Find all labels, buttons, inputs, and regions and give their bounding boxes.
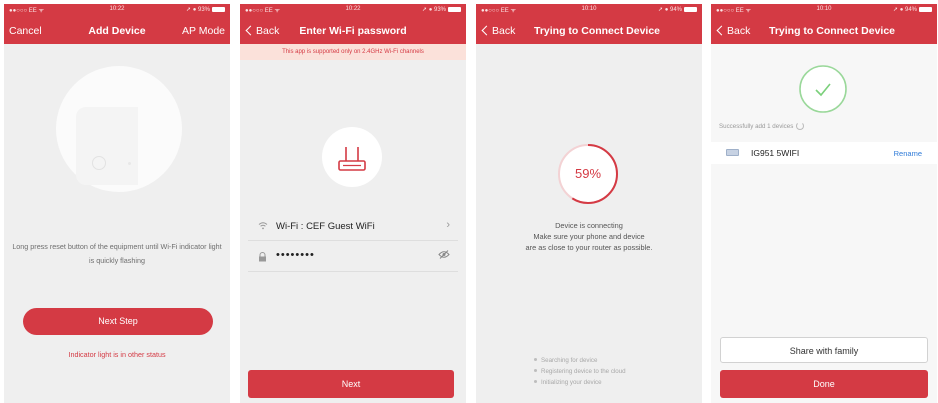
connecting-line-3: are as close to your router as possible. <box>525 243 653 252</box>
share-with-family-button[interactable]: Share with family <box>720 337 928 363</box>
step-label: Searching for device <box>541 357 598 364</box>
battery-text: ➚ ● 94% <box>893 7 917 13</box>
battery-icon <box>684 6 697 12</box>
header: ●●○○○ EE ᯤ 10:10 ➚ ● 94% Back Trying to … <box>711 4 937 44</box>
spinner-icon <box>796 122 805 130</box>
step-label: Initializing your device <box>541 379 602 386</box>
instruction-text: Long press reset button of the equipment… <box>12 242 222 265</box>
screen-connected: ●●○○○ EE ᯤ 10:10 ➚ ● 94% Back Trying to … <box>711 4 937 403</box>
page-title: Trying to Connect Device <box>533 25 661 37</box>
progress-percent: 59% <box>574 166 602 181</box>
battery-text: ➚ ● 94% <box>658 7 682 13</box>
next-step-button[interactable]: Next Step <box>23 308 213 335</box>
device-icon <box>726 149 739 156</box>
nav-bar: Cancel Add Device AP Mode <box>4 22 230 40</box>
wifi-name: Wi-Fi : CEF Guest WiFi <box>276 221 375 232</box>
success-text: Successfully add 1 devices <box>719 123 794 130</box>
step-item: Registering device to the cloud <box>534 366 626 377</box>
support-banner: This app is supported only on 2.4GHz Wi-… <box>240 44 466 60</box>
status-bar: ●●○○○ EE ᯤ 10:22 ➚ ● 93% <box>4 6 230 16</box>
wifi-icon <box>258 221 268 233</box>
step-dot-icon <box>534 358 537 361</box>
password-field[interactable]: •••••••• <box>276 249 315 261</box>
success-message: Successfully add 1 devices <box>719 122 805 130</box>
nav-bar: Back Enter Wi-Fi password <box>240 22 466 40</box>
header: ●●○○○ EE ᯤ 10:22 ➚ ● 93% Back Enter Wi-F… <box>240 4 466 44</box>
battery-icon <box>919 6 932 12</box>
lock-icon <box>258 252 267 265</box>
device-name: IG951 5WIFI <box>751 148 800 158</box>
nav-bar: Back Trying to Connect Device <box>711 22 937 40</box>
screen-connecting: ●●○○○ EE ᯤ 10:10 ➚ ● 94% Back Trying to … <box>476 4 702 403</box>
page-title: Enter Wi-Fi password <box>299 25 407 37</box>
device-illustration <box>76 107 138 185</box>
step-dot-icon <box>534 369 537 372</box>
header: ●●○○○ EE ᯤ 10:10 ➚ ● 94% Back Trying to … <box>476 4 702 44</box>
step-item: Initializing your device <box>534 377 626 388</box>
other-status-link[interactable]: Indicator light is in other status <box>4 350 230 359</box>
eye-off-icon[interactable] <box>438 250 450 262</box>
step-label: Registering device to the cloud <box>541 368 626 375</box>
step-dot-icon <box>534 380 537 383</box>
screen-wifi-password: ●●○○○ EE ᯤ 10:22 ➚ ● 93% Back Enter Wi-F… <box>240 4 466 403</box>
step-item: Searching for device <box>534 355 626 366</box>
header: ●●○○○ EE ᯤ 10:22 ➚ ● 93% Cancel Add Devi… <box>4 4 230 44</box>
reset-button-illustration <box>92 156 106 170</box>
battery-text: ➚ ● 93% <box>186 7 210 13</box>
connection-steps: Searching for device Registering device … <box>534 355 626 388</box>
battery-status: ➚ ● 94% <box>893 6 932 13</box>
rename-button[interactable]: Rename <box>894 149 922 158</box>
nav-bar: Back Trying to Connect Device <box>476 22 702 40</box>
next-button[interactable]: Next <box>248 370 454 398</box>
status-bar: ●●○○○ EE ᯤ 10:10 ➚ ● 94% <box>711 6 937 16</box>
battery-icon <box>212 6 225 12</box>
wifi-select-row[interactable]: Wi-Fi : CEF Guest WiFi › <box>248 211 458 241</box>
check-icon <box>799 65 847 113</box>
battery-text: ➚ ● 93% <box>422 7 446 13</box>
battery-status: ➚ ● 94% <box>658 6 697 13</box>
indicator-light-illustration <box>128 162 131 165</box>
connecting-line-2: Make sure your phone and device <box>533 232 645 241</box>
battery-status: ➚ ● 93% <box>422 6 461 13</box>
router-icon <box>338 147 366 171</box>
battery-status: ➚ ● 93% <box>186 6 225 13</box>
done-button[interactable]: Done <box>720 370 928 398</box>
status-bar: ●●○○○ EE ᯤ 10:10 ➚ ● 94% <box>476 6 702 16</box>
device-list-item: IG951 5WIFI Rename <box>711 142 937 164</box>
ap-mode-button[interactable]: AP Mode <box>182 25 225 37</box>
router-illustration <box>322 127 382 187</box>
chevron-right-icon: › <box>446 219 450 231</box>
screen-add-device: ●●○○○ EE ᯤ 10:22 ➚ ● 93% Cancel Add Devi… <box>4 4 230 403</box>
connecting-line-1: Device is connecting <box>555 221 623 230</box>
page-title: Trying to Connect Device <box>768 25 896 37</box>
status-bar: ●●○○○ EE ᯤ 10:22 ➚ ● 93% <box>240 6 466 16</box>
connecting-message: Device is connecting Make sure your phon… <box>476 220 702 253</box>
battery-icon <box>448 6 461 12</box>
password-row[interactable]: •••••••• <box>248 242 458 272</box>
